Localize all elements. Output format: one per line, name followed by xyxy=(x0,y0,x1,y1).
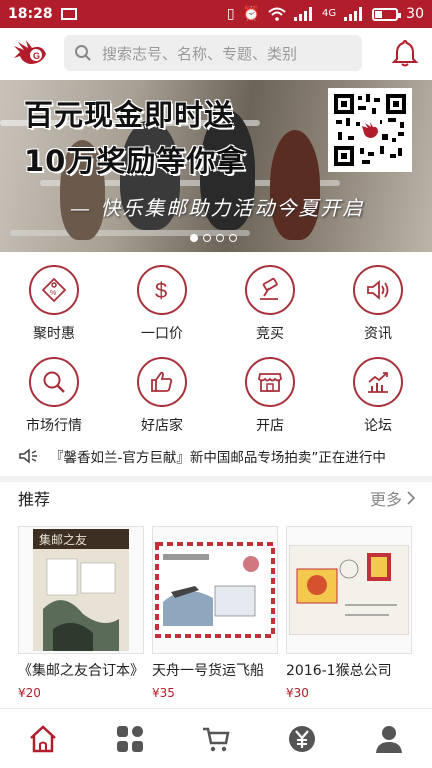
svg-text:G: G xyxy=(33,51,40,61)
svg-text:%: % xyxy=(50,290,56,297)
status-time: 18:28 xyxy=(8,6,53,22)
menu-label: 开店 xyxy=(256,418,284,434)
cover-title: 集邮之友 xyxy=(39,532,87,547)
menu-item-forum[interactable]: 论坛 xyxy=(324,357,432,449)
announcement-bar[interactable]: 『馨香如兰-官方巨献』新中国邮品专场拍卖”正在进行中 xyxy=(0,444,432,468)
more-link[interactable]: 更多 xyxy=(370,486,416,510)
menu-label: 竞买 xyxy=(256,326,284,342)
logo-bird-icon[interactable]: G xyxy=(12,38,48,68)
network-type: 4G xyxy=(322,8,337,19)
storefront-icon xyxy=(245,357,295,407)
signal-icon xyxy=(294,7,313,21)
menu-item-auction[interactable]: 竞买 xyxy=(216,265,324,357)
tab-cart[interactable] xyxy=(186,714,246,764)
signal-icon-2 xyxy=(344,7,363,21)
menu-item-good-shops[interactable]: 好店家 xyxy=(108,357,216,449)
menu-label: 好店家 xyxy=(141,418,183,434)
product-image xyxy=(286,526,412,654)
product-price: ¥20 xyxy=(18,686,41,700)
carousel-dot[interactable] xyxy=(229,234,237,242)
search-icon xyxy=(75,45,91,61)
speaker-icon xyxy=(19,448,37,464)
feature-row: % 聚时惠 $ 一口价 竞买 资讯 xyxy=(0,265,432,357)
dollar-icon: $ xyxy=(137,265,187,315)
magnifier-icon xyxy=(29,357,79,407)
tab-category[interactable] xyxy=(100,714,160,764)
product-price: ¥30 xyxy=(286,686,309,700)
carousel-dot[interactable] xyxy=(190,234,198,242)
more-label: 更多 xyxy=(369,490,402,509)
alarm-icon: ⏰ xyxy=(242,6,261,22)
menu-item-deals[interactable]: % 聚时惠 xyxy=(0,265,108,357)
grid-icon xyxy=(116,725,143,752)
product-image: 集邮之友 xyxy=(18,526,144,654)
menu-label: 论坛 xyxy=(364,418,392,434)
product-card[interactable]: 2016-1猴总公司 ¥30 xyxy=(286,526,412,700)
home-icon xyxy=(30,724,57,752)
trend-chart-icon xyxy=(353,357,403,407)
carousel-dot[interactable] xyxy=(216,234,224,242)
banner-slogan: — 快乐集邮助力活动今夏开启 xyxy=(70,196,365,220)
thumbs-up-icon xyxy=(137,357,187,407)
product-card[interactable]: 集邮之友 《集邮之友合订本》 ¥20 xyxy=(18,526,144,700)
banner-headline-2: 10万奖励等你拿 xyxy=(24,144,247,178)
menu-label: 一口价 xyxy=(141,326,183,342)
banner-headline-1: 百元现金即时送 xyxy=(24,98,235,132)
auction-hammer-icon xyxy=(245,265,295,315)
product-price: ¥35 xyxy=(152,686,175,700)
carousel-dot[interactable] xyxy=(203,234,211,242)
cart-icon xyxy=(202,727,230,751)
menu-item-market[interactable]: 市场行情 xyxy=(0,357,108,449)
status-bar: 18:28 ▯ ⏰ 4G 30 xyxy=(0,0,432,28)
recommend-title: 推荐 xyxy=(18,490,51,509)
bell-icon[interactable] xyxy=(390,38,420,68)
recommend-header: 推荐 更多 xyxy=(18,486,416,510)
battery-level: 30 xyxy=(406,6,424,22)
product-image xyxy=(152,526,278,654)
tab-wallet[interactable] xyxy=(272,714,332,764)
promo-banner[interactable]: 百元现金即时送 10万奖励等你拿 — 快乐集邮助力活动今夏开启 xyxy=(0,80,432,252)
product-title: 2016-1猴总公司 xyxy=(286,663,392,679)
yuan-icon xyxy=(289,725,316,752)
speaker-icon xyxy=(353,265,403,315)
feature-grid: % 聚时惠 $ 一口价 竞买 资讯 市场行情 好店家 开店 论坛 xyxy=(0,265,432,449)
menu-item-news[interactable]: 资讯 xyxy=(324,265,432,357)
menu-label: 聚时惠 xyxy=(33,326,75,342)
bottom-tab-bar xyxy=(0,708,432,768)
menu-label: 市场行情 xyxy=(26,418,82,434)
battery-icon xyxy=(372,7,402,21)
status-right: ▯ ⏰ 4G 30 xyxy=(227,6,424,22)
search-bar[interactable]: 搜索志号、名称、专题、类别 xyxy=(64,35,362,71)
tab-profile[interactable] xyxy=(359,714,419,764)
carousel-indicator[interactable] xyxy=(190,234,237,242)
top-bar: G 搜索志号、名称、专题、类别 xyxy=(0,28,432,78)
search-placeholder: 搜索志号、名称、专题、类别 xyxy=(102,44,298,63)
image-notification-icon xyxy=(60,8,77,20)
product-title: 《集邮之友合订本》 xyxy=(18,663,144,679)
feature-row: 市场行情 好店家 开店 论坛 xyxy=(0,357,432,449)
runner-figure xyxy=(270,130,320,240)
user-icon xyxy=(375,725,402,753)
qr-code-image xyxy=(328,88,412,172)
wifi-icon xyxy=(268,7,286,21)
announcement-text: 『馨香如兰-官方巨献』新中国邮品专场拍卖”正在进行中 xyxy=(50,450,386,466)
menu-label: 资讯 xyxy=(364,326,392,342)
menu-item-open-shop[interactable]: 开店 xyxy=(216,357,324,449)
product-card[interactable]: 天舟一号货运飞船 ¥35 xyxy=(152,526,278,700)
svg-text:$: $ xyxy=(155,278,167,303)
chevron-right-icon xyxy=(407,491,416,505)
tab-home[interactable] xyxy=(13,714,73,764)
menu-item-fixed-price[interactable]: $ 一口价 xyxy=(108,265,216,357)
recommend-list: 集邮之友 《集邮之友合订本》 ¥20 天舟一号货运飞船 ¥35 2016-1猴总… xyxy=(18,526,416,700)
section-divider xyxy=(0,476,432,482)
price-tag-icon: % xyxy=(29,265,79,315)
product-title: 天舟一号货运飞船 xyxy=(152,663,264,679)
vibrate-icon: ▯ xyxy=(226,6,235,22)
